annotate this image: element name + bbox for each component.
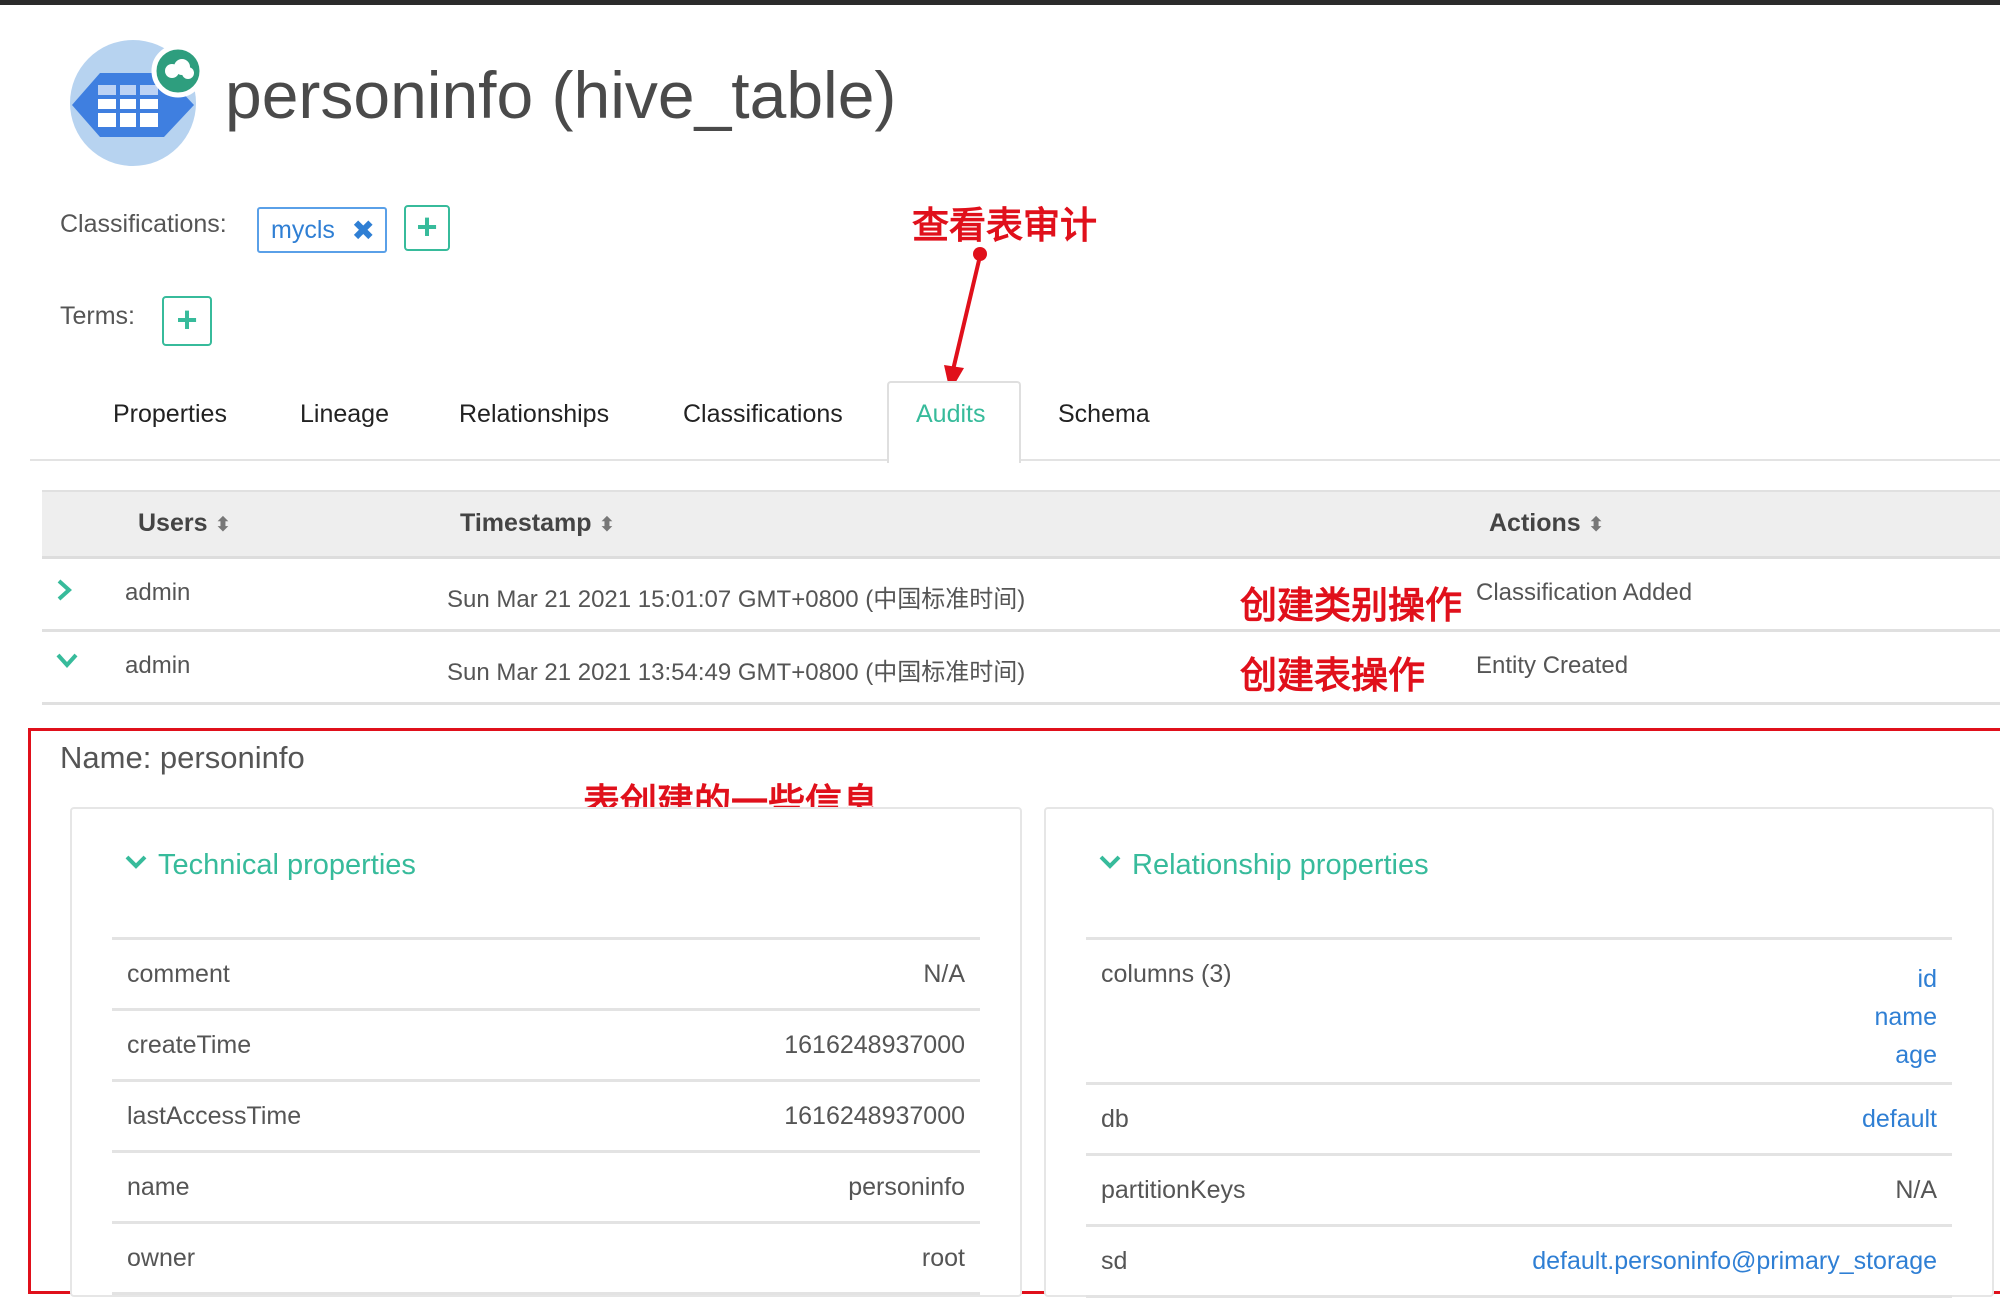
page-title: personinfo (hive_table) xyxy=(225,58,897,132)
classifications-label: Classifications: xyxy=(60,210,227,238)
annotation-arrow-icon xyxy=(944,247,987,392)
relationship-properties-toggle[interactable]: Relationship properties xyxy=(1098,849,1429,882)
row-user: admin xyxy=(125,652,191,679)
property-key: columns (3) xyxy=(1101,960,1232,988)
terms-label: Terms: xyxy=(60,302,135,330)
classification-tag-label: mycls xyxy=(271,215,335,244)
tab-classifications[interactable]: Classifications xyxy=(683,400,843,429)
technical-properties-panel: Technical properties comment N/A createT… xyxy=(70,807,1022,1297)
column-header-actions[interactable]: Actions ⬍ xyxy=(1489,509,1604,538)
table-row: comment N/A xyxy=(112,940,980,1011)
tab-audits[interactable]: Audits xyxy=(916,400,985,429)
row-timestamp: Sun Mar 21 2021 13:54:49 GMT+0800 (中国标准时… xyxy=(447,659,1026,686)
column-header-users[interactable]: Users ⬍ xyxy=(138,509,231,538)
sd-link[interactable]: default.personinfo@primary_storage xyxy=(1532,1247,1937,1276)
tab-lineage[interactable]: Lineage xyxy=(300,400,389,429)
table-row: owner root xyxy=(112,1224,980,1295)
classification-tag[interactable]: mycls ✖ xyxy=(257,207,387,253)
property-value: N/A xyxy=(923,960,965,988)
table-row: columns (3) id name age xyxy=(1086,940,1952,1085)
property-value: 1616248937000 xyxy=(784,1031,965,1059)
property-value: personinfo xyxy=(848,1173,965,1201)
sort-icon: ⬍ xyxy=(214,514,232,536)
table-row: lastAccessTime 1616248937000 xyxy=(112,1082,980,1153)
tab-relationships[interactable]: Relationships xyxy=(459,400,609,429)
property-key: owner xyxy=(127,1244,196,1272)
annotation-create-table-op: 创建表操作 xyxy=(1240,655,1425,696)
column-header-timestamp[interactable]: Timestamp ⬍ xyxy=(460,509,615,538)
row-timestamp: Sun Mar 21 2021 15:01:07 GMT+0800 (中国标准时… xyxy=(447,586,1026,613)
row-user: admin xyxy=(125,579,191,606)
technical-properties-toggle[interactable]: Technical properties xyxy=(124,849,416,882)
table-row: createTime 1616248937000 xyxy=(112,1011,980,1082)
tab-properties[interactable]: Properties xyxy=(113,400,227,429)
property-value: N/A xyxy=(1895,1176,1937,1204)
add-term-button[interactable]: + xyxy=(162,296,212,346)
table-row: partitionKeys N/A xyxy=(1086,1156,1952,1227)
column-link[interactable]: name xyxy=(1874,998,1937,1036)
table-row: db default xyxy=(1086,1085,1952,1156)
property-key: lastAccessTime xyxy=(127,1102,302,1130)
property-value: root xyxy=(921,1244,965,1272)
column-link[interactable]: id xyxy=(1874,960,1937,998)
property-key: db xyxy=(1101,1105,1129,1133)
remove-classification-icon[interactable]: ✖ xyxy=(352,214,375,247)
property-key: partitionKeys xyxy=(1101,1176,1246,1204)
table-row[interactable]: admin Sun Mar 21 2021 15:01:07 GMT+0800 … xyxy=(42,559,2000,632)
db-link[interactable]: default xyxy=(1862,1105,1937,1134)
sort-icon: ⬍ xyxy=(1587,514,1605,536)
annotation-classification-op: 创建类别操作 xyxy=(1240,585,1462,626)
property-key: createTime xyxy=(127,1031,252,1059)
table-row[interactable]: admin Sun Mar 21 2021 13:54:49 GMT+0800 … xyxy=(42,632,2000,705)
table-row: name personinfo xyxy=(112,1153,980,1224)
row-action: Entity Created xyxy=(1476,652,1629,679)
chevron-down-icon xyxy=(124,851,148,877)
tab-schema[interactable]: Schema xyxy=(1058,400,1150,429)
sort-icon: ⬍ xyxy=(598,514,616,536)
property-key: comment xyxy=(127,960,230,988)
audit-table: Users ⬍ Timestamp ⬍ Actions ⬍ admin Sun … xyxy=(42,490,2000,705)
property-value: 1616248937000 xyxy=(784,1102,965,1130)
top-bar xyxy=(0,0,2000,5)
columns-link-list: id name age xyxy=(1874,960,1937,1074)
chevron-right-icon[interactable] xyxy=(54,577,74,603)
chevron-down-icon xyxy=(1098,851,1122,877)
add-classification-button[interactable]: + xyxy=(404,205,450,251)
relationship-properties-panel: Relationship properties columns (3) id n… xyxy=(1044,807,1994,1298)
hive-table-icon xyxy=(60,33,211,169)
property-key: name xyxy=(127,1173,190,1201)
technical-properties-table: comment N/A createTime 1616248937000 las… xyxy=(112,937,980,1295)
table-row: sd default.personinfo@primary_storage xyxy=(1086,1227,1952,1298)
chevron-down-icon[interactable] xyxy=(54,650,80,670)
detail-entity-name: Name: personinfo xyxy=(60,740,305,775)
relationship-properties-table: columns (3) id name age db default parti… xyxy=(1086,937,1952,1298)
row-action: Classification Added xyxy=(1476,579,1693,606)
audit-table-header: Users ⬍ Timestamp ⬍ Actions ⬍ xyxy=(42,490,2000,559)
column-link[interactable]: age xyxy=(1874,1036,1937,1074)
property-key: sd xyxy=(1101,1247,1128,1275)
